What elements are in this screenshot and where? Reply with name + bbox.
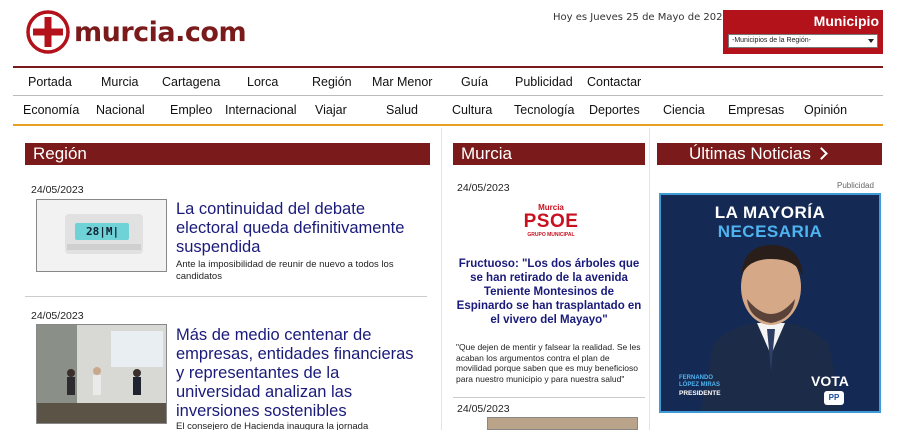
nav-item-murcia[interactable]: Murcia [101, 75, 139, 89]
nav-item-lorca[interactable]: Lorca [247, 75, 278, 89]
section-title-text: Últimas Noticias [689, 144, 811, 163]
ad-vote-text: VOTA [811, 373, 849, 389]
municipio-title: Municipio [813, 13, 879, 29]
pp-logo: PP [824, 391, 844, 405]
article-summary: Ante la imposibilidad de reunir de nuevo… [176, 259, 394, 282]
site-logo[interactable]: murcia.com [26, 10, 247, 54]
nav-item-mar-menor[interactable]: Mar Menor [372, 75, 432, 89]
article-date: 24/05/2023 [457, 403, 510, 415]
site-header: murcia.com Hoy es Jueves 25 de Mayo de 2… [0, 0, 900, 66]
nav-item-empresas[interactable]: Empresas [728, 103, 784, 117]
nav-item-cultura[interactable]: Cultura [452, 103, 492, 117]
nav-item-viajar[interactable]: Viajar [315, 103, 347, 117]
nav-item-publicidad[interactable]: Publicidad [515, 75, 573, 89]
logo-text: murcia.com [74, 16, 247, 48]
advertising-label: Publicidad [837, 181, 874, 190]
section-title-murcia[interactable]: Murcia [453, 143, 645, 165]
article-summary: "Que dejen de mentir y falsear la realid… [456, 342, 641, 384]
article-thumbnail[interactable] [36, 324, 167, 424]
section-title-ultimas-noticias[interactable]: Últimas Noticias [657, 143, 882, 165]
thumbnail-caption: 28|M| [86, 225, 120, 238]
psoe-logo-sub: GRUPO MUNICIPAL [527, 232, 575, 238]
article-separator [453, 397, 645, 398]
current-date: Hoy es Jueves 25 de Mayo de 2023 [553, 12, 729, 23]
nav-item-ciencia[interactable]: Ciencia [663, 103, 705, 117]
article-thumbnail[interactable] [487, 417, 638, 430]
article-thumbnail[interactable]: 28|M| [36, 199, 167, 272]
municipio-select[interactable]: -Municipios de la Región- [728, 34, 878, 48]
section-title-text: Murcia [461, 144, 513, 163]
ad-candidate-last-name: LÓPEZ MIRAS [679, 382, 721, 388]
psoe-logo[interactable]: Murcia PSOE GRUPO MUNICIPAL [515, 203, 587, 251]
article-headline[interactable]: Fructuoso: "Los dos árboles que se han r… [456, 257, 642, 327]
conference-image [37, 325, 166, 423]
nav-item-deportes[interactable]: Deportes [589, 103, 640, 117]
nav-item-nacional[interactable]: Nacional [96, 103, 145, 117]
article-separator [25, 296, 427, 297]
nav-item-contactar[interactable]: Contactar [587, 75, 641, 89]
article-summary: El consejero de Hacienda inaugura la jor… [176, 421, 369, 430]
nav-item-tecnologia[interactable]: Tecnología [514, 103, 574, 117]
nav-item-internacional[interactable]: Internacional [225, 103, 297, 117]
chevron-down-icon [868, 39, 874, 43]
psoe-logo-main: PSOE [523, 211, 579, 232]
column-divider [649, 128, 650, 430]
advertisement-banner[interactable]: LA MAYORÍA NECESARIA FERNANDO LÓPEZ MIRA… [659, 193, 881, 413]
ad-candidate-first-name: FERNANDO [679, 375, 713, 381]
nav-item-opinion[interactable]: Opinión [804, 103, 847, 117]
secondary-nav: Economía Nacional Empleo Internacional V… [13, 96, 883, 126]
nav-item-salud[interactable]: Salud [386, 103, 418, 117]
nav-item-portada[interactable]: Portada [28, 75, 72, 89]
ad-candidate-role: PRESIDENTE [679, 390, 721, 397]
nav-item-region[interactable]: Región [312, 75, 352, 89]
article-headline[interactable]: Más de medio centenar de empresas, entid… [176, 326, 426, 421]
nav-item-cartagena[interactable]: Cartagena [162, 75, 220, 89]
logo-cross-icon [26, 10, 70, 54]
article-date: 24/05/2023 [457, 182, 510, 194]
nav-item-empleo[interactable]: Empleo [170, 103, 212, 117]
section-title-region[interactable]: Región [25, 143, 430, 165]
municipio-box: Municipio -Municipios de la Región- [723, 10, 883, 54]
article-headline[interactable]: La continuidad del debate electoral qued… [176, 200, 426, 257]
chevron-right-icon [814, 147, 828, 160]
column-divider [441, 128, 442, 430]
municipio-select-value: -Municipios de la Región- [732, 37, 811, 44]
nav-item-economia[interactable]: Economía [23, 103, 79, 117]
nav-item-guia[interactable]: Guía [461, 75, 488, 89]
primary-nav: Portada Murcia Cartagena Lorca Región Ma… [13, 66, 883, 96]
article-date: 24/05/2023 [31, 184, 84, 196]
article-date: 24/05/2023 [31, 310, 84, 322]
section-title-text: Región [33, 144, 87, 163]
